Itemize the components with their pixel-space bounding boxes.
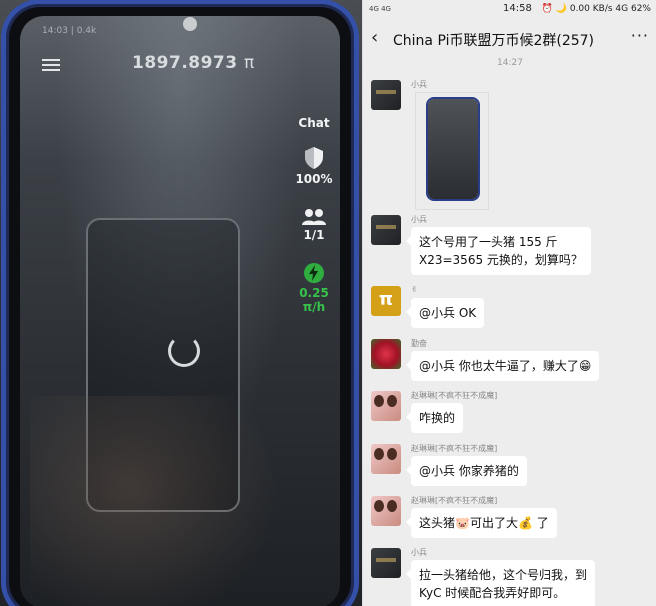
team-count: 1/1	[303, 228, 325, 242]
sender-name: ✌	[411, 285, 418, 294]
hand-reflection	[30, 396, 280, 606]
mining-button[interactable]: 0.25 π/h	[288, 262, 340, 314]
chat-header: ‹ China Pi币联盟万币候2群(257) ···	[363, 20, 656, 58]
message-bubble[interactable]: 拉一头猪给他，这个号归我，到 KyC 时候配合我弄好即可。	[405, 560, 596, 606]
avatar[interactable]	[371, 286, 401, 316]
pi-app-screen: 14:03 | 0.4k 1897.8973 π Chat 100% 1/1 0…	[20, 16, 340, 606]
phone-status-text: 14:03 | 0.4k	[42, 26, 97, 36]
sender-name: 小兵	[411, 215, 427, 224]
pi-balance: 1897.8973 π	[132, 53, 255, 73]
loading-spinner-icon	[168, 335, 200, 367]
message-text: @小兵 你家养猪的	[419, 464, 519, 478]
message-text: @小兵 你也太牛逼了，赚大了	[419, 359, 579, 373]
message-text: 了	[532, 516, 549, 530]
status-right: ⏰ 🌙 0.00 KB/s 4G 62%	[542, 4, 651, 14]
message-bubble[interactable]: @小兵 OK	[405, 298, 485, 328]
camera-notch	[183, 17, 197, 31]
phone-photo: 14:03 | 0.4k 1897.8973 π Chat 100% 1/1 0…	[0, 0, 362, 606]
avatar[interactable]	[371, 548, 401, 578]
back-icon[interactable]: ‹	[371, 27, 378, 48]
message-bubble[interactable]: 咋换的	[405, 403, 464, 433]
wechat-group-chat: 4G 4G 14:58 ⏰ 🌙 0.00 KB/s 4G 62% ‹ China…	[362, 0, 656, 606]
sender-name: 勤奋	[411, 339, 427, 348]
message-text: 可出了大	[469, 516, 518, 530]
chat-title: China Pi币联盟万币候2群(257)	[393, 33, 595, 49]
sender-name: 赵琳琳[不疯不狂不成魔]	[411, 444, 498, 453]
message-bubble[interactable]: 这个号用了一头猪 155 斤 X23=3565 元换的，划算吗？	[406, 227, 591, 275]
message-timestamp: 14:27	[497, 58, 523, 68]
message-text: 拉一头猪给他，这个号归我，到	[419, 568, 588, 582]
chat-button[interactable]: Chat	[288, 116, 340, 130]
battery-level: 62%	[630, 4, 651, 14]
sender-name: 小兵	[411, 548, 427, 557]
phone-thumbnail	[428, 99, 478, 199]
sender-name: 赵琳琳[不疯不狂不成魔]	[411, 496, 498, 505]
message-text: @小兵 OK	[419, 306, 477, 320]
message-text: 咋换的	[419, 411, 456, 425]
grin-emoji-icon: 😁	[578, 359, 592, 373]
menu-icon[interactable]	[42, 56, 60, 74]
status-icons: ⏰ 🌙 0.00 KB/s 4G	[541, 4, 629, 14]
phone-device: 14:03 | 0.4k 1897.8973 π Chat 100% 1/1 0…	[6, 4, 354, 606]
message-text: 这头猪	[419, 516, 456, 530]
avatar[interactable]	[371, 80, 401, 110]
message-text: X23=3565 元换的，划算吗？	[419, 253, 583, 267]
avatar[interactable]	[371, 215, 401, 245]
avatar[interactable]	[371, 496, 401, 526]
shield-icon	[305, 147, 323, 169]
money-bag-emoji-icon: 💰	[517, 516, 533, 530]
avatar[interactable]	[371, 444, 401, 474]
status-bar: 4G 4G 14:58 ⏰ 🌙 0.00 KB/s 4G 62%	[363, 0, 656, 20]
image-message[interactable]	[415, 92, 489, 210]
signal-text: 4G 4G	[369, 5, 391, 13]
sender-name: 赵琳琳[不疯不狂不成魔]	[411, 391, 498, 400]
team-button[interactable]: 1/1	[288, 208, 340, 242]
avatar[interactable]	[371, 339, 401, 369]
message-text: KyC 时候配合我弄好即可。	[419, 586, 566, 600]
mining-rate: 0.25	[299, 286, 329, 300]
message-bubble[interactable]: @小兵 你家养猪的	[406, 456, 527, 486]
balance-unit: π	[244, 53, 255, 73]
more-icon[interactable]: ···	[631, 26, 649, 45]
security-circle[interactable]: 100%	[288, 146, 340, 186]
avatar[interactable]	[371, 391, 401, 421]
message-bubble[interactable]: 这头猪🐷可出了大💰 了	[406, 508, 557, 538]
mining-unit: π/h	[302, 300, 326, 314]
team-icon	[302, 209, 326, 225]
lightning-icon	[304, 263, 324, 283]
pig-emoji-icon: 🐷	[455, 516, 470, 530]
status-time: 14:58	[503, 3, 532, 14]
balance-value: 1897.8973	[132, 53, 238, 73]
security-percent: 100%	[295, 172, 333, 186]
message-bubble[interactable]: @小兵 你也太牛逼了，赚大了😁	[405, 351, 600, 381]
message-text: 这个号用了一头猪 155 斤	[419, 235, 558, 249]
sender-name: 小兵	[411, 80, 427, 89]
chat-label: Chat	[298, 116, 330, 130]
